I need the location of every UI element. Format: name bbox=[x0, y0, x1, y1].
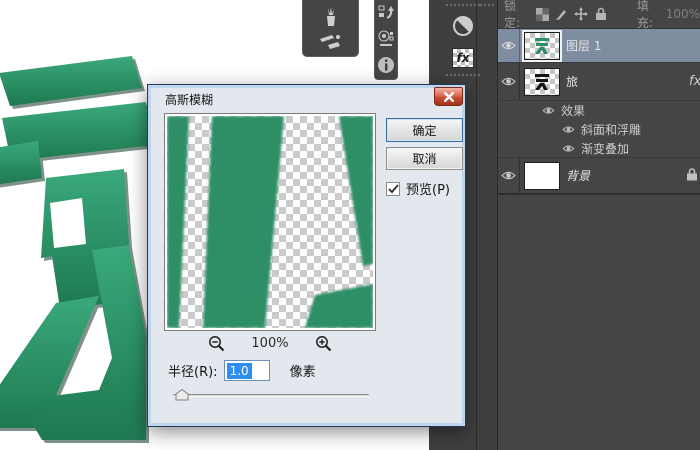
preview-checkbox-row: 预览(P) bbox=[386, 179, 450, 198]
layer-thumbnail[interactable] bbox=[524, 68, 560, 96]
panel-icon-strip bbox=[374, 0, 398, 80]
layer-name[interactable]: 背景 bbox=[566, 167, 590, 184]
visibility-eye-icon[interactable] bbox=[498, 63, 520, 100]
cancel-button-label: 取消 bbox=[412, 150, 436, 167]
layer-row-lv[interactable]: 旅 fx bbox=[498, 63, 700, 101]
effect-label-bevel-emboss[interactable]: 斜面和浮雕 bbox=[581, 121, 641, 138]
effect-row-gradient-overlay[interactable]: 渐变叠加 bbox=[498, 139, 700, 158]
dock-grip-handle-3[interactable] bbox=[446, 74, 480, 76]
blur-preview-frame bbox=[164, 113, 376, 331]
layer-name[interactable]: 图层 1 bbox=[566, 37, 601, 54]
lock-all-icon[interactable] bbox=[594, 7, 608, 22]
layer-row-layer1[interactable]: 图层 1 bbox=[498, 29, 700, 63]
brush-tools-flyout bbox=[302, 0, 359, 57]
gaussian-blur-dialog: 高斯模糊 bbox=[147, 84, 466, 427]
layers-panel: 锁定: bbox=[497, 0, 700, 450]
green-text-artwork bbox=[0, 48, 164, 448]
radius-label: 半径(R): bbox=[168, 361, 218, 380]
fill-value[interactable]: 100% bbox=[666, 7, 700, 21]
preview-zoom-controls: 100% bbox=[164, 335, 376, 352]
styles-panel-icon[interactable] bbox=[378, 30, 394, 48]
close-button[interactable] bbox=[434, 87, 463, 106]
layer-lock-icon bbox=[686, 167, 698, 184]
layers-panel-empty-area bbox=[498, 194, 700, 450]
effect-row-bevel[interactable]: 斜面和浮雕 bbox=[498, 120, 700, 139]
preview-checkbox[interactable] bbox=[386, 182, 400, 196]
effects-group-row[interactable]: 效果 bbox=[498, 101, 700, 120]
lock-transparent-pixels-icon[interactable] bbox=[536, 7, 550, 22]
layer-thumbnail[interactable] bbox=[524, 162, 560, 190]
fx-badge[interactable]: fx bbox=[689, 74, 700, 89]
dock-grip-handle-2[interactable] bbox=[480, 4, 494, 6]
visibility-eye-icon[interactable] bbox=[562, 125, 575, 134]
visibility-eye-icon[interactable] bbox=[498, 29, 520, 62]
dialog-title: 高斯模糊 bbox=[165, 91, 213, 108]
effect-label-gradient-overlay[interactable]: 渐变叠加 bbox=[581, 140, 629, 157]
dock-divider bbox=[476, 0, 477, 450]
lock-label: 锁定: bbox=[504, 0, 531, 31]
radius-slider-track[interactable] bbox=[173, 394, 369, 397]
radius-input[interactable]: 1.0 bbox=[224, 360, 270, 381]
visibility-eye-icon[interactable] bbox=[562, 144, 575, 153]
zoom-in-button[interactable] bbox=[315, 335, 332, 352]
visibility-eye-icon[interactable] bbox=[498, 158, 520, 193]
lock-image-pixels-icon[interactable] bbox=[555, 7, 569, 22]
radius-value: 1.0 bbox=[227, 363, 252, 379]
ok-button-label: 确定 bbox=[412, 122, 436, 139]
zoom-out-icon bbox=[208, 335, 225, 352]
ok-button[interactable]: 确定 bbox=[386, 118, 463, 142]
effects-group-label[interactable]: 效果 bbox=[561, 102, 585, 119]
layer-name[interactable]: 旅 bbox=[566, 73, 578, 90]
radius-control-row: 半径(R): 1.0 像素 bbox=[168, 360, 316, 381]
brush-airbrush-icon[interactable] bbox=[318, 31, 344, 51]
history-panel-icon[interactable] bbox=[378, 4, 394, 22]
dock-grip-handle[interactable] bbox=[446, 4, 480, 6]
brush-presets-icon[interactable] bbox=[319, 6, 343, 28]
fill-label: 填充: bbox=[637, 0, 662, 31]
zoom-in-icon bbox=[315, 335, 332, 352]
preview-checkbox-label: 预览(P) bbox=[406, 179, 450, 198]
cancel-button[interactable]: 取消 bbox=[386, 147, 463, 170]
zoom-out-button[interactable] bbox=[208, 335, 225, 352]
preview-zoom-level: 100% bbox=[251, 336, 288, 351]
layer-styles-fx-icon[interactable]: fx bbox=[451, 46, 475, 70]
close-icon bbox=[444, 92, 454, 102]
radius-slider-thumb[interactable] bbox=[175, 389, 189, 401]
adjustments-panel-icon[interactable] bbox=[451, 14, 475, 38]
blur-preview-image[interactable] bbox=[167, 116, 373, 328]
layer-row-background[interactable]: 背景 bbox=[498, 158, 700, 194]
layer-thumbnail[interactable] bbox=[524, 32, 560, 60]
lock-position-icon[interactable] bbox=[574, 7, 588, 22]
layers-lock-bar: 锁定: bbox=[498, 0, 700, 29]
photoshop-workspace: fx 锁定: bbox=[0, 0, 700, 450]
visibility-eye-icon[interactable] bbox=[542, 106, 555, 115]
checkmark-icon bbox=[388, 184, 399, 194]
info-panel-icon[interactable] bbox=[377, 56, 395, 74]
radius-unit-label: 像素 bbox=[290, 361, 316, 380]
